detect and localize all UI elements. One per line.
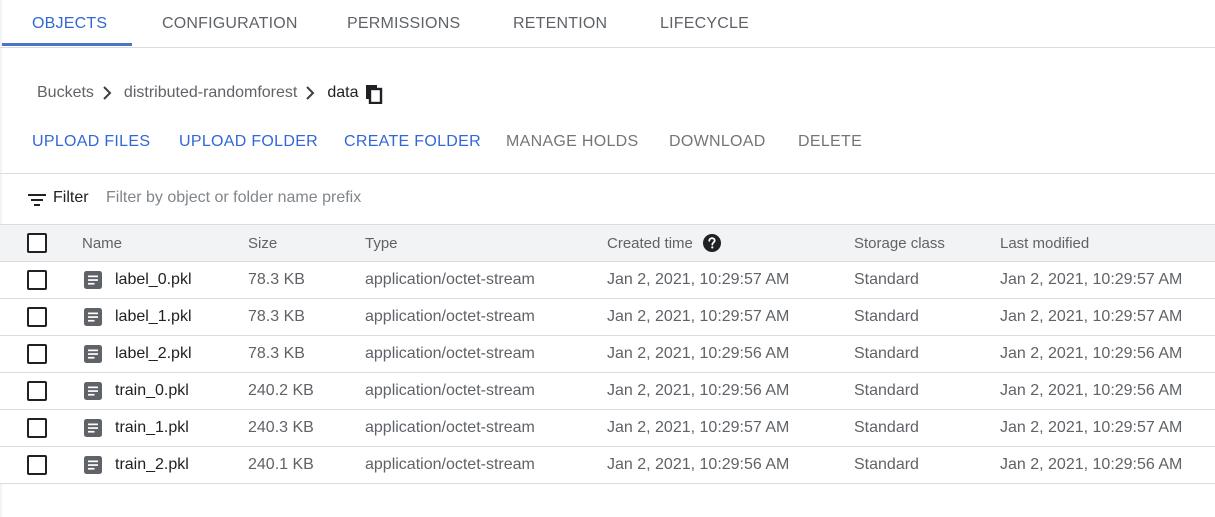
row-checkbox[interactable] <box>27 418 47 438</box>
manage-holds-button[interactable]: MANAGE HOLDS <box>506 128 639 156</box>
object-name-link[interactable]: label_1.pkl <box>115 308 192 326</box>
column-header-created-label: Created time <box>607 234 693 252</box>
column-header-created[interactable]: Created time <box>607 225 721 261</box>
object-name-cell[interactable]: train_2.pkl <box>84 447 189 483</box>
object-last-modified: Jan 2, 2021, 10:29:57 AM <box>1000 419 1183 436</box>
object-last-modified: Jan 2, 2021, 10:29:56 AM <box>1000 345 1183 362</box>
tab-lifecycle[interactable]: LIFECYCLE <box>660 0 749 47</box>
object-name-cell[interactable]: label_2.pkl <box>84 336 192 372</box>
object-created-time: Jan 2, 2021, 10:29:57 AM <box>607 308 790 325</box>
object-storage-class: Standard <box>854 308 919 325</box>
file-icon <box>84 271 102 289</box>
column-header-size[interactable]: Size <box>248 225 277 261</box>
upload-folder-button[interactable]: UPLOAD FOLDER <box>179 128 318 156</box>
table-header: Name Size Type Created time Storage clas… <box>0 224 1215 262</box>
table-row[interactable]: train_1.pkl 240.3 KB application/octet-s… <box>0 410 1215 447</box>
file-icon <box>84 345 102 363</box>
object-type: application/octet-stream <box>365 271 535 288</box>
object-type: application/octet-stream <box>365 308 535 325</box>
object-created-time: Jan 2, 2021, 10:29:57 AM <box>607 419 790 436</box>
object-created-time: Jan 2, 2021, 10:29:57 AM <box>607 271 790 288</box>
object-name-link[interactable]: train_0.pkl <box>115 382 189 400</box>
column-header-name[interactable]: Name <box>82 225 122 261</box>
delete-button[interactable]: DELETE <box>798 128 862 156</box>
object-storage-class: Standard <box>854 419 919 436</box>
breadcrumb: Buckets distributed-randomforest data <box>37 80 383 106</box>
object-name-cell[interactable]: label_0.pkl <box>84 262 192 298</box>
object-last-modified: Jan 2, 2021, 10:29:57 AM <box>1000 271 1183 288</box>
objects-table: Name Size Type Created time Storage clas… <box>0 224 1215 484</box>
tab-objects[interactable]: OBJECTS <box>32 0 107 47</box>
create-folder-button[interactable]: CREATE FOLDER <box>344 128 481 156</box>
select-all-checkbox[interactable] <box>27 233 47 253</box>
breadcrumb-current-folder: data <box>327 84 359 101</box>
table-row[interactable]: label_0.pkl 78.3 KB application/octet-st… <box>0 262 1215 299</box>
object-storage-class: Standard <box>854 456 919 473</box>
copy-icon[interactable] <box>365 84 383 105</box>
object-name-link[interactable]: label_2.pkl <box>115 345 192 363</box>
object-name-cell[interactable]: train_1.pkl <box>84 410 189 446</box>
filter-input[interactable] <box>106 186 706 210</box>
object-created-time: Jan 2, 2021, 10:29:56 AM <box>607 456 790 473</box>
filter-list-icon[interactable] <box>28 193 46 211</box>
breadcrumb-bucket[interactable]: distributed-randomforest <box>124 84 297 102</box>
column-header-last-modified[interactable]: Last modified <box>1000 225 1089 261</box>
object-name-link[interactable]: train_2.pkl <box>115 456 189 474</box>
bucket-tabs: OBJECTS CONFIGURATION PERMISSIONS RETENT… <box>0 0 1215 48</box>
table-row[interactable]: label_1.pkl 78.3 KB application/octet-st… <box>0 299 1215 336</box>
object-type: application/octet-stream <box>365 419 535 436</box>
object-storage-class: Standard <box>854 345 919 362</box>
download-button[interactable]: DOWNLOAD <box>669 128 766 156</box>
object-name-cell[interactable]: train_0.pkl <box>84 373 189 409</box>
object-size: 240.2 KB <box>248 382 314 399</box>
row-checkbox[interactable] <box>27 344 47 364</box>
object-name-link[interactable]: train_1.pkl <box>115 419 189 437</box>
upload-files-button[interactable]: UPLOAD FILES <box>32 128 150 156</box>
object-size: 240.3 KB <box>248 419 314 436</box>
breadcrumb-buckets[interactable]: Buckets <box>37 84 94 102</box>
row-checkbox[interactable] <box>27 307 47 327</box>
object-type: application/octet-stream <box>365 345 535 362</box>
table-row[interactable]: train_0.pkl 240.2 KB application/octet-s… <box>0 373 1215 410</box>
chevron-right-icon <box>94 83 124 103</box>
object-storage-class: Standard <box>854 271 919 288</box>
active-tab-indicator <box>2 43 132 46</box>
object-size: 78.3 KB <box>248 308 305 325</box>
object-last-modified: Jan 2, 2021, 10:29:56 AM <box>1000 456 1183 473</box>
object-created-time: Jan 2, 2021, 10:29:56 AM <box>607 345 790 362</box>
object-type: application/octet-stream <box>365 382 535 399</box>
tab-retention[interactable]: RETENTION <box>513 0 607 47</box>
row-checkbox[interactable] <box>27 381 47 401</box>
object-name-link[interactable]: label_0.pkl <box>115 271 192 289</box>
tab-permissions[interactable]: PERMISSIONS <box>347 0 460 47</box>
filter-bar: Filter <box>0 174 1215 224</box>
file-icon <box>84 456 102 474</box>
object-last-modified: Jan 2, 2021, 10:29:57 AM <box>1000 308 1183 325</box>
object-size: 78.3 KB <box>248 271 305 288</box>
table-row[interactable]: label_2.pkl 78.3 KB application/octet-st… <box>0 336 1215 373</box>
row-checkbox[interactable] <box>27 270 47 290</box>
object-last-modified: Jan 2, 2021, 10:29:56 AM <box>1000 382 1183 399</box>
object-name-cell[interactable]: label_1.pkl <box>84 299 192 335</box>
tab-configuration[interactable]: CONFIGURATION <box>162 0 298 47</box>
file-icon <box>84 308 102 326</box>
object-type: application/octet-stream <box>365 456 535 473</box>
file-icon <box>84 419 102 437</box>
object-size: 78.3 KB <box>248 345 305 362</box>
row-checkbox[interactable] <box>27 455 47 475</box>
filter-label: Filter <box>53 189 89 206</box>
object-created-time: Jan 2, 2021, 10:29:56 AM <box>607 382 790 399</box>
object-storage-class: Standard <box>854 382 919 399</box>
column-header-storage-class[interactable]: Storage class <box>854 225 945 261</box>
object-size: 240.1 KB <box>248 456 314 473</box>
table-row[interactable]: train_2.pkl 240.1 KB application/octet-s… <box>0 447 1215 484</box>
help-icon[interactable] <box>702 234 721 252</box>
file-icon <box>84 382 102 400</box>
column-header-type[interactable]: Type <box>365 225 398 261</box>
chevron-right-icon <box>297 83 327 103</box>
